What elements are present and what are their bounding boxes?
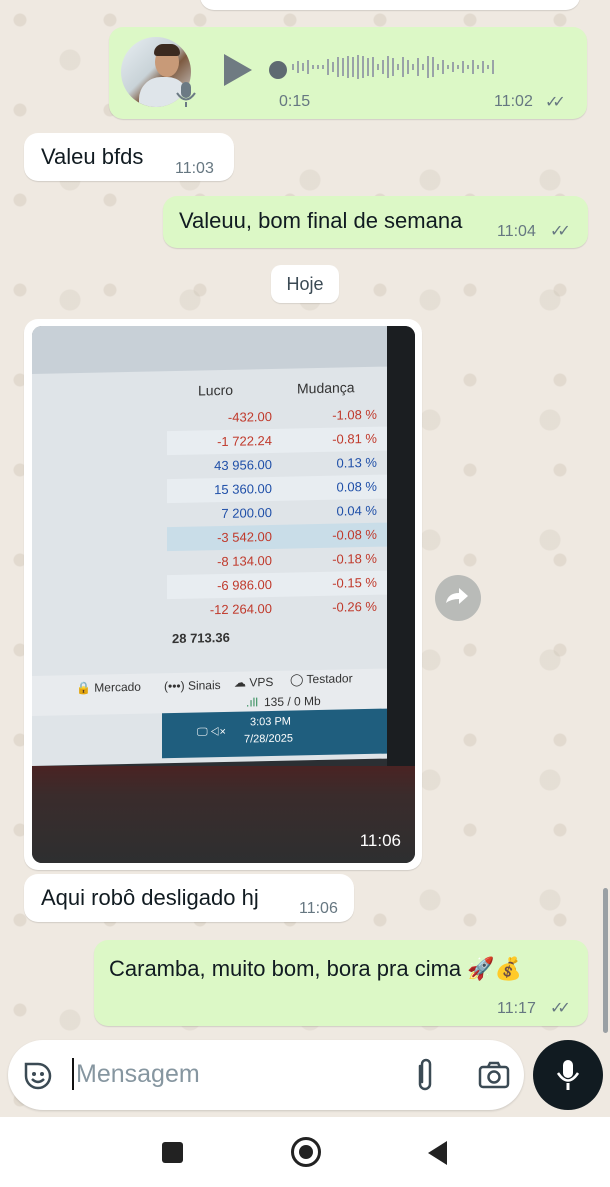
table-header-mudanca: Mudança [297,379,355,397]
message-time: 11:17 [497,1000,536,1017]
audio-waveform[interactable] [292,55,562,85]
table-row: -12 264.00 -0.26 % [209,598,377,618]
status-vps: VPS [249,674,274,690]
emoji-icon[interactable] [22,1060,54,1092]
nav-square-icon[interactable] [162,1142,183,1163]
message-text: Valeuu, bom final de semana [179,208,463,233]
status-traffic: 135 / 0 Mb [264,693,321,710]
double-check-icon: ✓✓ [550,223,571,240]
monitor-stand-area [32,766,415,863]
taskbar-clock: 3:03 PM [250,715,291,729]
message-time: 11:04 [497,223,536,240]
nav-home-icon[interactable] [291,1137,321,1167]
message-text: Aqui robô desligado hj [41,885,259,910]
photo-time: 11:06 [359,831,401,850]
play-icon[interactable] [224,54,252,86]
message-time: 11:03 [175,160,214,177]
monitor-bezel [387,326,415,766]
double-check-icon: ✓✓ [545,94,566,111]
date-divider: Hoje [271,265,339,303]
windows-taskbar: 3:03 PM 7/28/2025 🖵 ◁× [162,708,387,759]
previous-message-bubble [200,0,580,10]
mic-icon [556,1060,580,1090]
status-testador: Testador [306,671,353,687]
voice-record-button[interactable] [533,1040,603,1110]
table-total: 28 713.36 [172,629,230,647]
message-text: Caramba, muito bom, bora pra cima 🚀💰 [109,956,523,981]
shared-photo[interactable]: Lucro Mudança -432.00 -1.08 % -1 722.24 -0… [32,326,415,863]
nav-back-icon[interactable] [428,1141,447,1165]
status-mercado: Mercado [94,679,141,695]
mic-badge-icon [176,82,196,107]
android-navbar [0,1117,610,1187]
scrollbar[interactable] [603,888,608,1033]
message-time: 11:06 [299,900,338,917]
double-check-icon: ✓✓ [550,1000,571,1017]
audio-time: 11:02 [494,93,533,110]
message-input[interactable]: Mensagem [76,1060,200,1089]
attach-icon[interactable] [412,1058,438,1094]
message-text: Valeu bfds [41,144,144,169]
image-message-bubble[interactable]: Lucro Mudança -432.00 -1.08 % -1 722.24 -0… [24,319,422,870]
forward-icon[interactable] [435,575,481,621]
table-header-lucro: Lucro [198,381,234,399]
status-sinais: Sinais [187,678,221,693]
audio-seek-handle[interactable] [269,61,287,79]
audio-duration: 0:15 [279,93,311,110]
camera-icon[interactable] [478,1060,510,1090]
text-caret [72,1058,74,1090]
photo-monitor-screen: Lucro Mudança -432.00 -1.08 % -1 722.24 -0… [32,326,387,766]
taskbar-date: 7/28/2025 [244,732,293,746]
forward-arrow-glyph [446,588,468,604]
